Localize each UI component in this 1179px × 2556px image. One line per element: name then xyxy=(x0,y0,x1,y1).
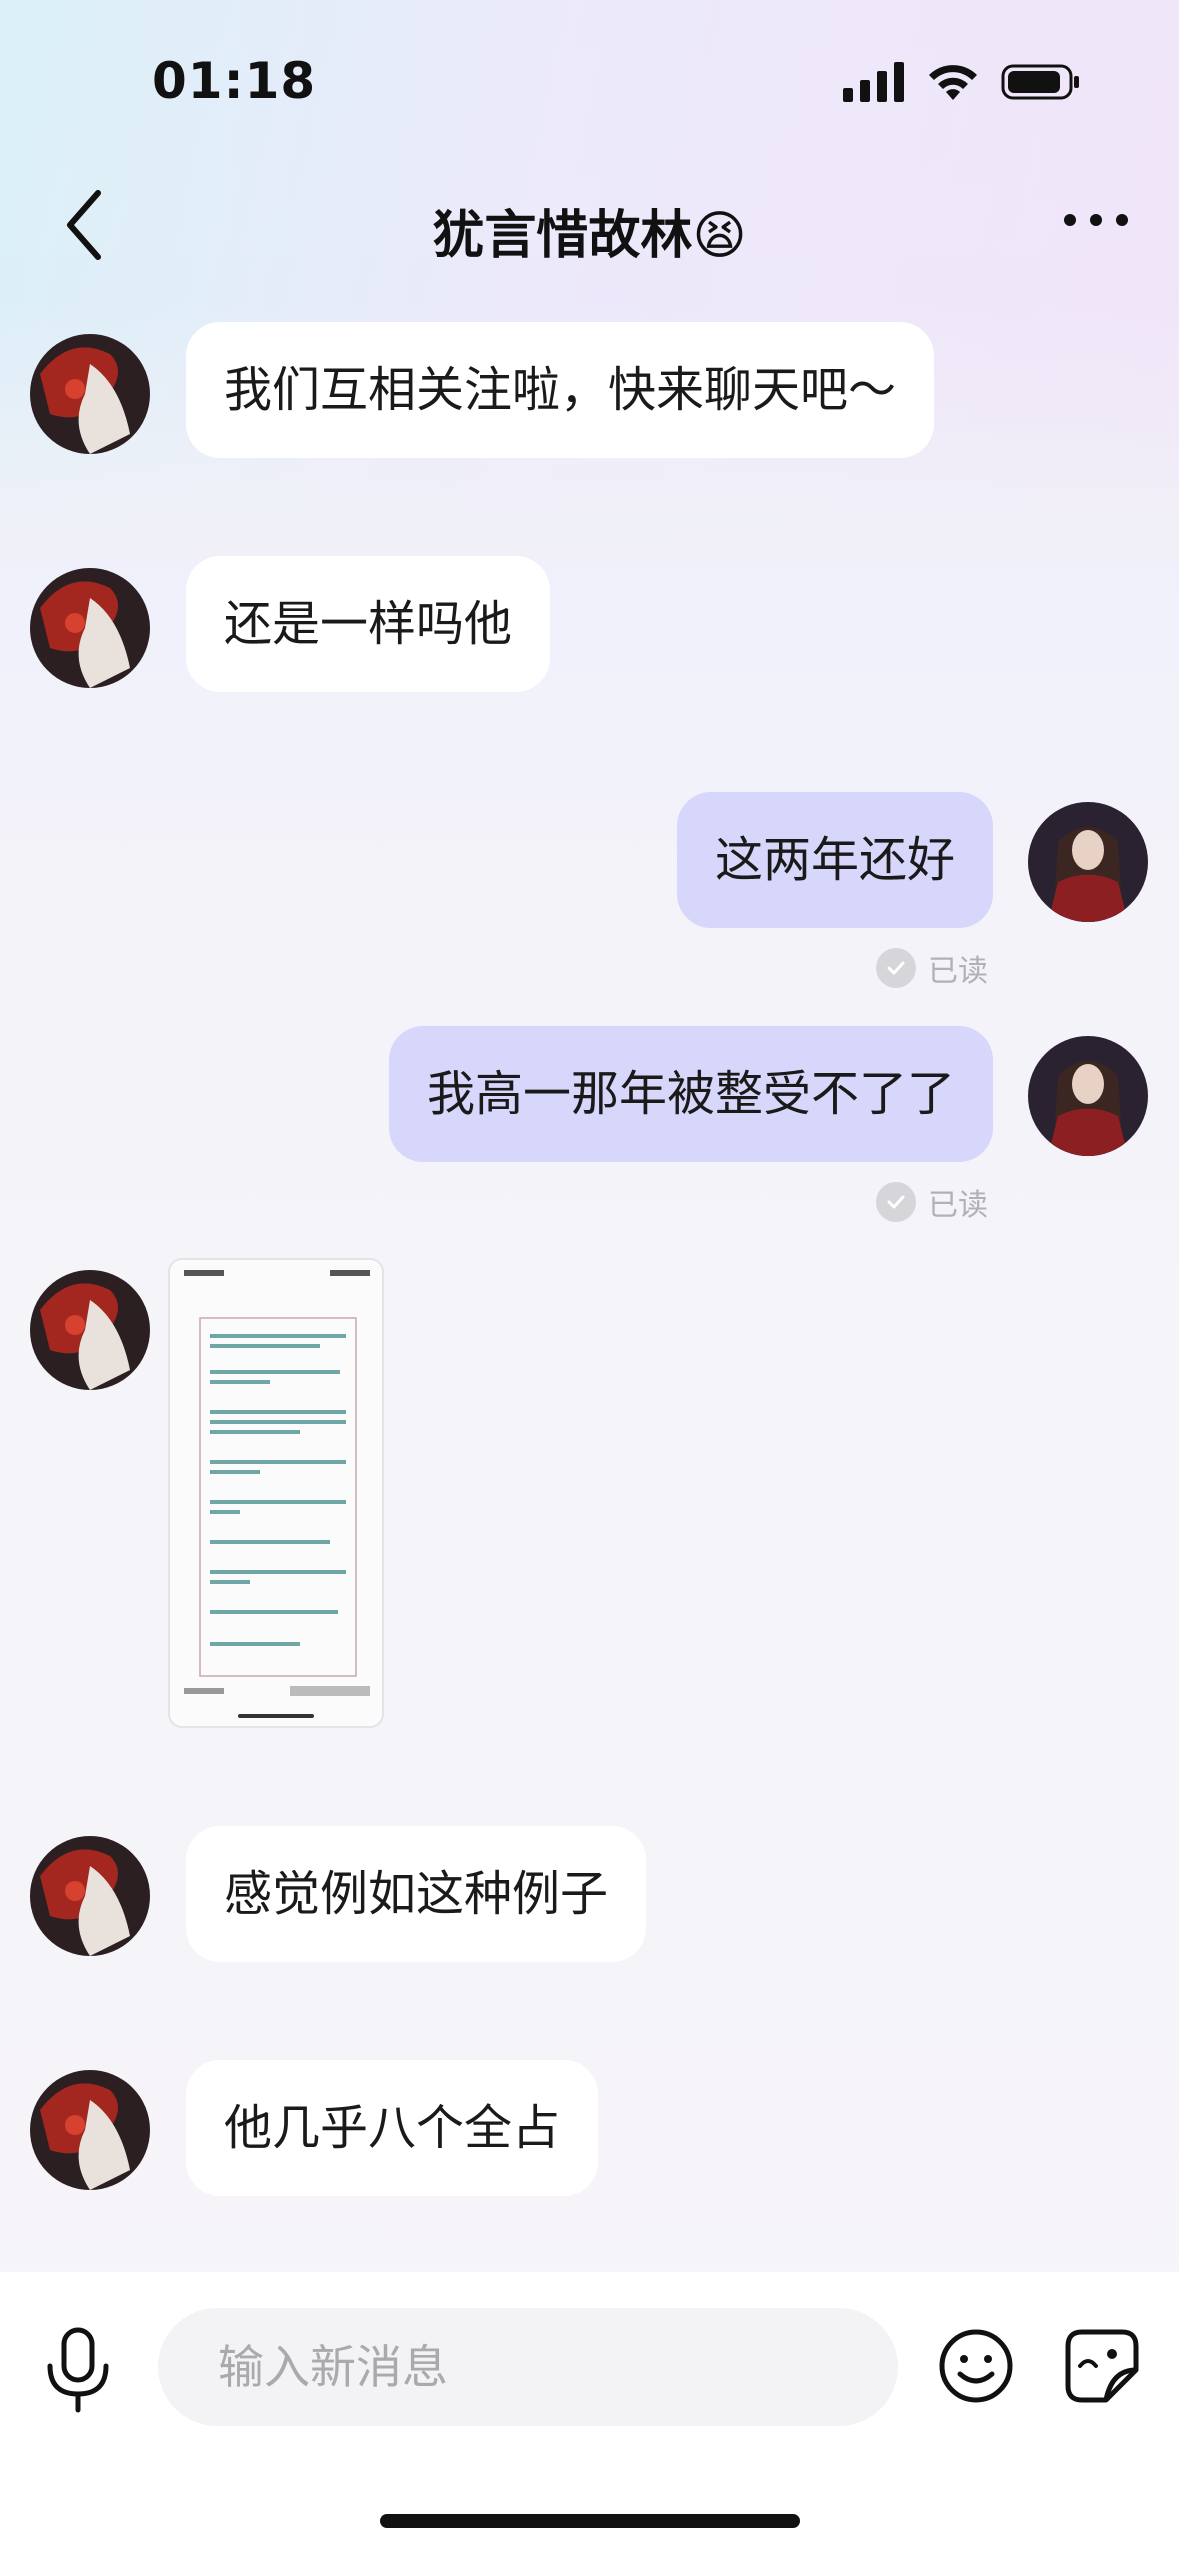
read-status-text: 已读 xyxy=(928,954,988,989)
message-input-bar xyxy=(0,2272,1179,2556)
read-receipt: 已读 xyxy=(876,1180,988,1224)
read-receipt: 已读 xyxy=(876,946,988,990)
sticker-icon[interactable] xyxy=(1062,2326,1142,2406)
wifi-icon xyxy=(929,65,977,100)
message-bubble-outgoing[interactable]: 这两年还好 xyxy=(676,792,993,928)
contact-avatar[interactable] xyxy=(30,2070,150,2190)
contact-avatar[interactable] xyxy=(30,334,150,454)
message-bubble-incoming[interactable]: 我们互相关注啦，快来聊天吧～ xyxy=(186,322,935,458)
message-bubble-outgoing[interactable]: 我高一那年被整受不了了 xyxy=(388,1026,993,1162)
nav-bar: 犹言惜故林😫 xyxy=(0,175,1179,285)
microphone-icon[interactable] xyxy=(40,2326,116,2416)
message-input[interactable] xyxy=(158,2308,898,2426)
status-icons xyxy=(843,62,1081,102)
emoji-icon[interactable] xyxy=(936,2326,1016,2406)
user-avatar[interactable] xyxy=(1028,802,1148,922)
message-bubble-incoming[interactable]: 还是一样吗他 xyxy=(186,556,551,692)
message-bubble-incoming[interactable]: 感觉例如这种例子 xyxy=(186,1826,647,1962)
contact-avatar[interactable] xyxy=(30,1270,150,1390)
contact-avatar[interactable] xyxy=(30,568,150,688)
battery-icon xyxy=(1001,64,1079,100)
chat-title: 犹言惜故林😫 xyxy=(432,206,747,266)
more-options-icon[interactable] xyxy=(1061,205,1131,235)
read-status-text: 已读 xyxy=(928,1188,988,1223)
checkmark-icon xyxy=(876,948,916,988)
user-avatar[interactable] xyxy=(1028,1036,1148,1156)
status-time: 01:18 xyxy=(152,52,317,110)
home-indicator xyxy=(380,2514,800,2528)
contact-avatar[interactable] xyxy=(30,1836,150,1956)
image-message-screenshot-thumbnail[interactable] xyxy=(168,1258,384,1728)
message-bubble-incoming[interactable]: 他几乎八个全占 xyxy=(186,2060,599,2196)
cellular-signal-icon xyxy=(843,62,904,102)
checkmark-icon xyxy=(876,1182,916,1222)
